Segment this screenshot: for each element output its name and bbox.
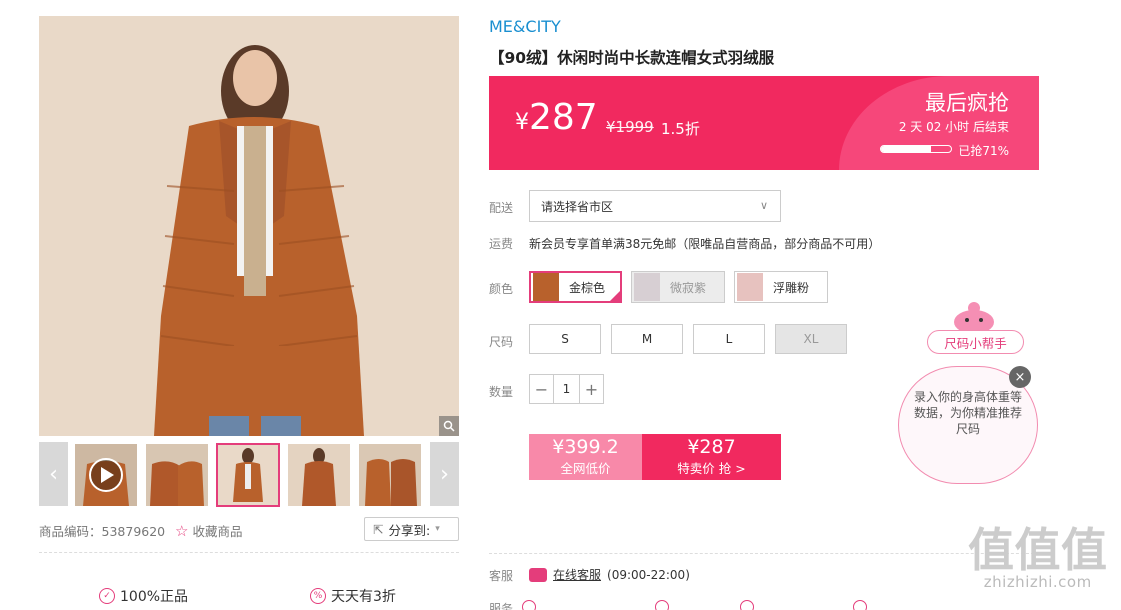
- watermark-logo: 值值值: [968, 523, 1108, 577]
- size-option-m[interactable]: M: [611, 324, 683, 354]
- quantity-stepper: − 1 +: [529, 374, 604, 404]
- product-code-value: 53879620: [101, 524, 166, 539]
- buy-now-button[interactable]: ¥287 特卖价 抢 >: [642, 434, 781, 480]
- divider: [39, 552, 459, 553]
- online-service-link[interactable]: 在线客服: [553, 566, 601, 583]
- chevron-down-icon: ∨: [759, 199, 768, 212]
- product-main-image[interactable]: [39, 16, 459, 436]
- shipping-label: 运费: [489, 237, 514, 251]
- sale-price-value: 287: [529, 97, 598, 138]
- sold-progress-label: 已抢71%: [958, 144, 1009, 158]
- close-icon[interactable]: ×: [1009, 366, 1031, 388]
- guarantee-discount: % 天天有3折: [310, 586, 396, 606]
- percent-icon: %: [310, 588, 326, 604]
- brand-link[interactable]: ME&CITY: [489, 17, 561, 36]
- sold-progress-fill: [881, 146, 931, 152]
- size-option-xl[interactable]: XL: [775, 324, 847, 354]
- chevron-left-icon[interactable]: ‹: [39, 442, 68, 506]
- divider: [489, 553, 1039, 554]
- color-option-label: 金棕色: [569, 280, 606, 295]
- service-badge: [655, 600, 669, 610]
- color-option-gold-brown[interactable]: 金棕色: [529, 271, 622, 303]
- thumbnail-video[interactable]: [75, 444, 137, 506]
- favorite-button[interactable]: ☆ 收藏商品: [175, 521, 242, 540]
- color-label: 颜色: [489, 282, 514, 296]
- shield-icon: ✓: [99, 588, 115, 604]
- color-option-purple[interactable]: 微寂紫: [631, 271, 725, 303]
- countdown-timer: 2 天 02 小时 后结束: [898, 120, 1009, 134]
- magnifier-icon[interactable]: [439, 416, 459, 436]
- buy-now-price: ¥287: [687, 436, 736, 459]
- badge-icon: [740, 600, 754, 610]
- quantity-input[interactable]: 1: [553, 375, 580, 403]
- badge-icon: [853, 600, 867, 610]
- color-option-label: 浮雕粉: [773, 280, 810, 295]
- service-badge: [740, 600, 754, 610]
- guarantee-label: 天天有3折: [331, 589, 396, 605]
- product-code: 商品编码：53879620: [39, 521, 165, 540]
- buy-now-label: 特卖价 抢 >: [677, 460, 746, 476]
- color-swatch: [737, 273, 763, 301]
- service-badge: [522, 600, 536, 610]
- online-service: 在线客服 (09:00-22:00): [529, 566, 690, 583]
- color-option-pink[interactable]: 浮雕粉: [734, 271, 828, 303]
- thumbnail-image[interactable]: [359, 444, 421, 506]
- flash-sale-title: 最后疯抢: [925, 91, 1009, 115]
- delivery-label: 配送: [489, 201, 514, 215]
- guarantee-label: 100%正品: [120, 589, 189, 605]
- original-price-button[interactable]: ¥399.2 全网低价: [529, 434, 642, 480]
- color-swatch: [533, 273, 559, 301]
- quantity-label: 数量: [489, 385, 514, 399]
- service-label: 客服: [489, 569, 514, 583]
- chevron-down-icon: ▾: [435, 524, 440, 534]
- product-title: 【90绒】休闲时尚中长款连帽女式羽绒服: [489, 49, 775, 67]
- chevron-right-icon[interactable]: ›: [430, 442, 459, 506]
- sale-price: ¥287: [515, 100, 598, 136]
- service-hours: (09:00-22:00): [607, 567, 690, 582]
- size-option-s[interactable]: S: [529, 324, 601, 354]
- discount-rate: 1.5折: [661, 120, 700, 138]
- buy-buttons: ¥399.2 全网低价 ¥287 特卖价 抢 >: [529, 434, 781, 480]
- checkmark-icon: [608, 289, 622, 303]
- currency-symbol: ¥: [515, 110, 529, 135]
- share-icon: ⇱: [373, 521, 384, 537]
- badge-icon: [522, 600, 536, 610]
- chat-icon: [529, 567, 547, 582]
- size-helper-button[interactable]: 尺码小帮手: [927, 330, 1024, 354]
- original-buy-price: ¥399.2: [552, 436, 619, 459]
- share-label: 分享到:: [388, 522, 431, 538]
- thumbnail-image[interactable]: [288, 444, 350, 506]
- original-price: ¥1999: [606, 118, 654, 136]
- flash-sale-banner: ¥287 ¥1999 1.5折 最后疯抢 2 天 02 小时 后结束 已抢71%: [489, 76, 1039, 170]
- site-watermark: 值值值 zhizhizhi.com: [968, 527, 1108, 591]
- original-buy-label: 全网低价: [560, 460, 611, 476]
- guarantee-authentic: ✓ 100%正品: [99, 586, 188, 606]
- color-option-label: 微寂紫: [670, 280, 707, 295]
- watermark-url: zhizhizhi.com: [983, 573, 1092, 591]
- product-code-label: 商品编码：: [39, 524, 102, 539]
- star-icon: ☆: [175, 521, 189, 540]
- shipping-info: 新会员专享首单满38元免邮（限唯品自营商品，部分商品不可用）: [529, 237, 881, 251]
- share-button[interactable]: ⇱ 分享到: ▾: [364, 517, 459, 541]
- size-option-l[interactable]: L: [693, 324, 765, 354]
- minus-button[interactable]: −: [530, 375, 553, 403]
- favorite-label: 收藏商品: [192, 524, 243, 539]
- plus-button[interactable]: +: [580, 375, 603, 403]
- sold-progress-bar: [880, 145, 952, 153]
- service-badge: [853, 600, 867, 610]
- thumbnail-image-selected[interactable]: [216, 443, 280, 507]
- region-select[interactable]: 请选择省市区 ∨: [529, 190, 781, 222]
- services-label: 服务: [489, 602, 514, 610]
- thumbnail-image[interactable]: [146, 444, 208, 506]
- region-select-value: 请选择省市区: [541, 199, 614, 214]
- color-swatch: [634, 273, 660, 301]
- badge-icon: [655, 600, 669, 610]
- size-label: 尺码: [489, 335, 514, 349]
